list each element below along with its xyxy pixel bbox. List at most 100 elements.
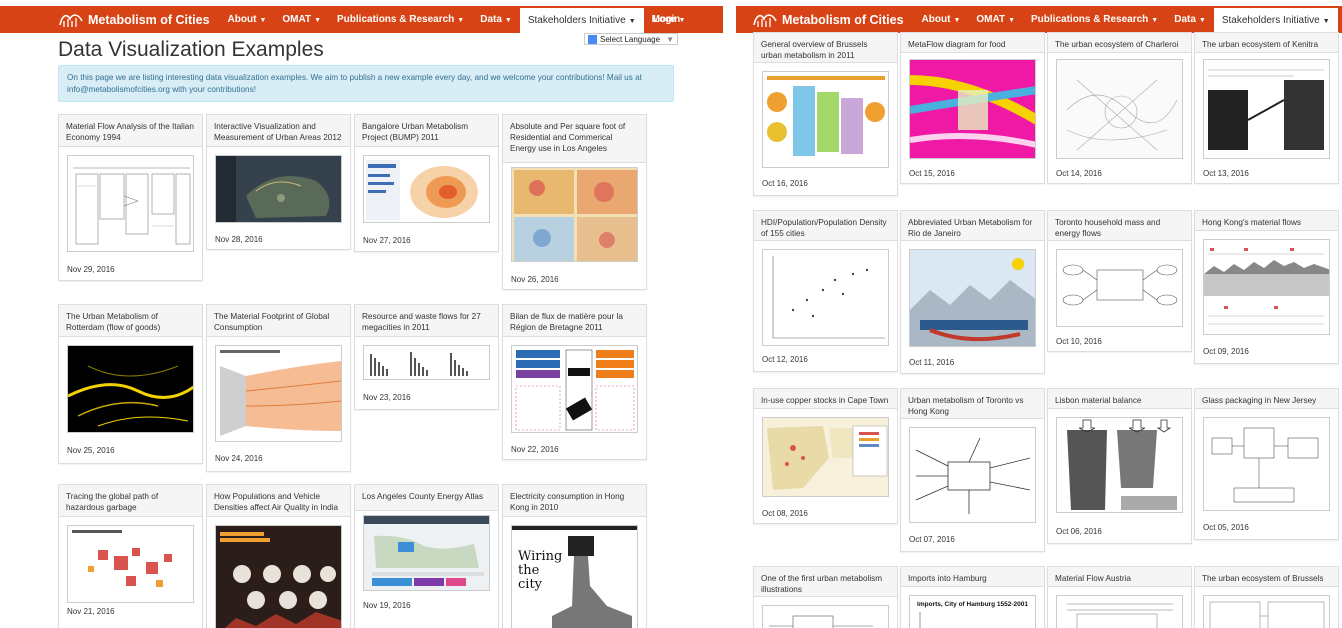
- viz-card[interactable]: Imports into Hamburg Imports, City of Ha…: [900, 566, 1045, 628]
- card-thumbnail[interactable]: [762, 417, 889, 497]
- card-date: Nov 23, 2016: [363, 393, 411, 402]
- card-title: Toronto household mass and energy flows: [1048, 211, 1191, 241]
- card-date: Nov 28, 2016: [215, 235, 263, 244]
- card-thumbnail[interactable]: [67, 155, 194, 252]
- brand-name: Metabolism of Cities: [782, 12, 904, 27]
- nav-label: OMAT: [976, 14, 1006, 25]
- megacities-bars-thumb: [370, 352, 468, 376]
- card-thumbnail[interactable]: [909, 59, 1036, 159]
- card-thumbnail[interactable]: [909, 427, 1036, 523]
- card-date: Oct 10, 2016: [1056, 337, 1102, 346]
- viz-card[interactable]: Material Flow Austria: [1047, 566, 1192, 628]
- pane-divider: [723, 0, 736, 628]
- viz-card[interactable]: The urban ecosystem of Brussels: [1194, 566, 1339, 628]
- nav-data[interactable]: Data ▼: [1166, 6, 1214, 33]
- card-thumbnail[interactable]: [1056, 59, 1183, 159]
- nav-about[interactable]: About ▼: [914, 6, 969, 33]
- card-title: Abbreviated Urban Metabolism for Rio de …: [901, 211, 1044, 241]
- card-thumbnail[interactable]: [1203, 417, 1330, 511]
- garbage-map-thumb: [72, 530, 172, 587]
- card-thumbnail[interactable]: [67, 525, 194, 603]
- card-title: Bangalore Urban Metabolism Project (BUMP…: [355, 115, 498, 147]
- viz-card[interactable]: Resource and waste flows for 27 megaciti…: [354, 304, 499, 410]
- card-date: Oct 07, 2016: [909, 535, 955, 544]
- card-thumbnail[interactable]: [363, 515, 490, 591]
- viz-card[interactable]: Hong Kong's material flows Oct 09, 2016: [1194, 210, 1339, 364]
- viz-card[interactable]: The urban ecosystem of Charleroi Oct 14,…: [1047, 32, 1192, 184]
- card-thumbnail[interactable]: [762, 605, 889, 628]
- card-thumbnail[interactable]: [1056, 595, 1183, 628]
- card-thumbnail[interactable]: [1203, 59, 1330, 159]
- viz-card[interactable]: Urban metabolism of Toronto vs Hong Kong…: [900, 388, 1045, 552]
- viz-card[interactable]: Interactive Visualization and Measuremen…: [206, 114, 351, 250]
- viz-card[interactable]: Toronto household mass and energy flows …: [1047, 210, 1192, 352]
- card-title: General overview of Brussels urban metab…: [754, 33, 897, 63]
- viz-card[interactable]: MetaFlow diagram for food Oct 15, 2016: [900, 32, 1045, 184]
- card-thumbnail[interactable]: Wiring the city: [511, 525, 638, 628]
- viz-card[interactable]: Absolute and Per square foot of Resident…: [502, 114, 647, 290]
- nav-more[interactable]: More▼: [1338, 6, 1342, 33]
- nav-omat[interactable]: OMAT ▼: [274, 6, 329, 33]
- card-title: Absolute and Per square foot of Resident…: [503, 115, 646, 163]
- viz-card[interactable]: Glass packaging in New Jersey Oct 05, 20…: [1194, 388, 1339, 540]
- card-thumbnail[interactable]: [215, 345, 342, 442]
- nav-about[interactable]: About ▼: [220, 6, 275, 33]
- card-thumbnail[interactable]: Imports, City of Hamburg 1552-2001: [909, 595, 1036, 628]
- viz-card[interactable]: HDI/Population/Population Density of 155…: [753, 210, 898, 372]
- login-link[interactable]: Login: [653, 6, 680, 33]
- language-select[interactable]: Select Language ▼: [584, 33, 678, 45]
- viz-card[interactable]: The Material Footprint of Global Consump…: [206, 304, 351, 472]
- la-energy-maps-thumb: [514, 170, 637, 261]
- left-browser-pane: Metabolism of Cities About ▼ OMAT ▼ Public…: [0, 0, 723, 628]
- viz-card[interactable]: Electricity consumption in Hong Kong in …: [502, 484, 647, 628]
- card-title: In-use copper stocks in Cape Town: [754, 389, 897, 409]
- brand-logo[interactable]: Metabolism of Cities: [58, 11, 210, 29]
- material-footprint-thumb: [220, 350, 341, 436]
- nav-stakeholders[interactable]: Stakeholders Initiative ▼: [519, 6, 644, 33]
- nav-stakeholders[interactable]: Stakeholders Initiative ▼: [1213, 6, 1338, 33]
- viz-card[interactable]: One of the first urban metabolism illust…: [753, 566, 898, 628]
- wiring-city-thumb: [512, 526, 637, 628]
- viz-card[interactable]: How Populations and Vehicle Densities af…: [206, 484, 351, 628]
- viz-card[interactable]: In-use copper stocks in Cape Town Oct 08…: [753, 388, 898, 524]
- card-thumbnail[interactable]: [762, 71, 889, 168]
- viz-card[interactable]: The urban ecosystem of Kenitra Oct 13, 2…: [1194, 32, 1339, 184]
- card-thumbnail[interactable]: [363, 155, 490, 223]
- card-title: HDI/Population/Population Density of 155…: [754, 211, 897, 241]
- card-date: Nov 27, 2016: [363, 236, 411, 245]
- card-thumbnail[interactable]: [215, 155, 342, 223]
- viz-card[interactable]: Bangalore Urban Metabolism Project (BUMP…: [354, 114, 499, 252]
- brand-logo[interactable]: Metabolism of Cities: [752, 11, 904, 29]
- card-thumbnail[interactable]: [363, 345, 490, 380]
- viz-card[interactable]: Bilan de flux de matière pour la Région …: [502, 304, 647, 460]
- viz-card[interactable]: Tracing the global path of hazardous gar…: [58, 484, 203, 628]
- card-title: Glass packaging in New Jersey: [1195, 389, 1338, 409]
- nav-label: About: [921, 14, 951, 25]
- air-quality-thumb: [220, 532, 341, 628]
- card-thumbnail[interactable]: [762, 249, 889, 346]
- card-thumbnail[interactable]: [511, 167, 638, 262]
- viz-card[interactable]: The Urban Metabolism of Rotterdam (flow …: [58, 304, 203, 464]
- nav-data[interactable]: Data ▼: [472, 6, 520, 33]
- viz-card[interactable]: Lisbon material balance Oct 06, 2016: [1047, 388, 1192, 544]
- card-thumbnail[interactable]: [511, 345, 638, 433]
- nav-publications[interactable]: Publications & Research ▼: [329, 6, 472, 33]
- card-thumbnail[interactable]: [909, 249, 1036, 347]
- card-thumbnail[interactable]: [1056, 417, 1183, 513]
- nav-omat[interactable]: OMAT ▼: [968, 6, 1023, 33]
- card-thumbnail[interactable]: [67, 345, 194, 433]
- viz-card[interactable]: Los Angeles County Energy Atlas Nov 19, …: [354, 484, 499, 628]
- card-thumbnail[interactable]: [1056, 249, 1183, 327]
- viz-card[interactable]: Material Flow Analysis of the Italian Ec…: [58, 114, 203, 281]
- card-title: Material Flow Austria: [1048, 567, 1191, 587]
- page-title: Data Visualization Examples: [58, 38, 324, 61]
- early-illustration-thumb: [769, 615, 873, 628]
- viz-card[interactable]: General overview of Brussels urban metab…: [753, 32, 898, 196]
- card-thumbnail[interactable]: [1203, 595, 1330, 628]
- card-title: Tracing the global path of hazardous gar…: [59, 485, 202, 517]
- viz-card[interactable]: Abbreviated Urban Metabolism for Rio de …: [900, 210, 1045, 374]
- card-thumbnail[interactable]: [215, 525, 342, 628]
- card-thumbnail[interactable]: [1203, 239, 1330, 335]
- nav-publications[interactable]: Publications & Research ▼: [1023, 6, 1166, 33]
- brand-icon: [753, 13, 777, 27]
